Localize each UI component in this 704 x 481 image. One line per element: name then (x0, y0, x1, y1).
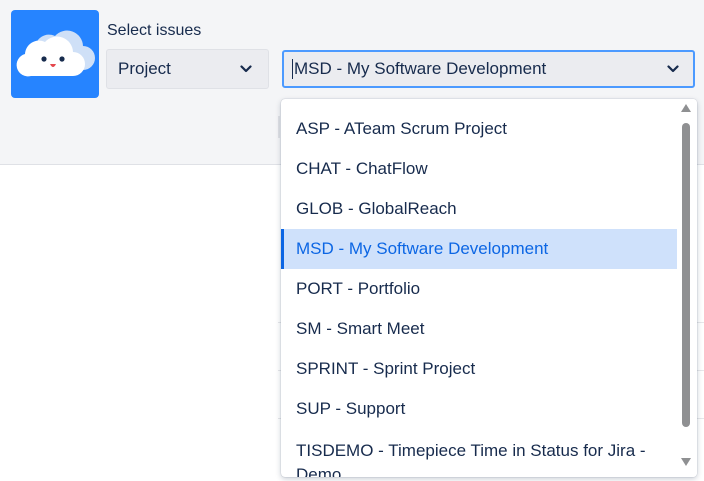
project-option[interactable]: MSD - My Software Development (281, 229, 677, 269)
project-option[interactable]: PORT - Portfolio (281, 269, 677, 309)
project-option[interactable]: SUP - Support (281, 389, 677, 429)
project-select-value: MSD - My Software Development (294, 59, 547, 78)
project-option[interactable]: SPRINT - Sprint Project (281, 349, 677, 389)
project-option[interactable]: ASP - ATeam Scrum Project (281, 109, 677, 149)
chevron-down-icon (240, 65, 252, 73)
select-issues-label: Select issues (107, 22, 202, 39)
project-option[interactable]: CHAT - ChatFlow (281, 149, 677, 189)
text-caret (292, 59, 293, 79)
project-option[interactable]: SM - Smart Meet (281, 309, 677, 349)
project-select[interactable]: MSD - My Software Development (282, 50, 695, 88)
background-divider (278, 116, 280, 138)
issue-source-type-select[interactable]: Project (106, 49, 269, 89)
cloud-mascot-icon (16, 30, 96, 77)
project-dropdown-menu: ASP - ATeam Scrum Project CHAT - ChatFlow… (281, 99, 697, 477)
project-option[interactable]: TISDEMO - Timepiece Time in Status for J… (281, 429, 677, 477)
scroll-down-arrow-icon[interactable] (680, 457, 692, 467)
issue-source-type-value: Project (118, 59, 171, 78)
app-logo (11, 10, 99, 98)
scrollbar-thumb[interactable] (682, 123, 690, 427)
scroll-up-arrow-icon[interactable] (680, 103, 692, 113)
project-option[interactable]: GLOB - GlobalReach (281, 189, 677, 229)
project-option-list: ASP - ATeam Scrum Project CHAT - ChatFlow… (281, 109, 677, 477)
chevron-down-icon (667, 65, 679, 73)
